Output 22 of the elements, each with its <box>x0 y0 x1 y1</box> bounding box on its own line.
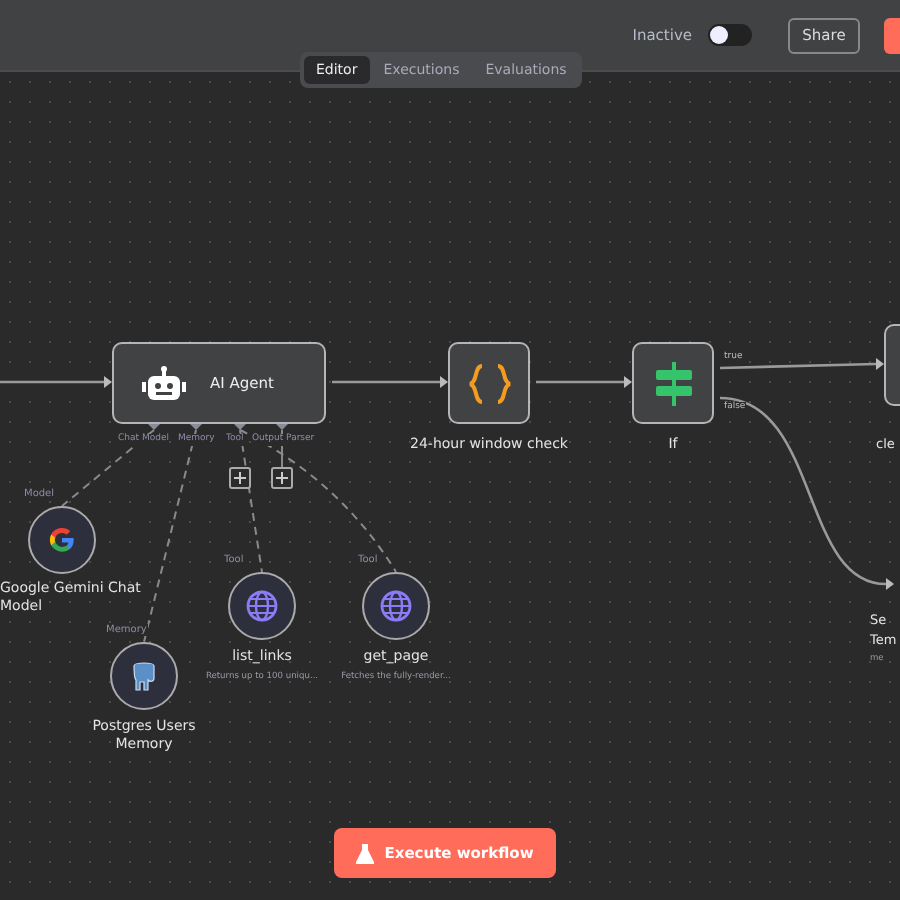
signpost-icon <box>651 361 695 405</box>
model-node[interactable] <box>28 506 96 574</box>
connection-line <box>0 376 112 388</box>
tool-node[interactable] <box>228 572 296 640</box>
add-button[interactable] <box>271 467 293 489</box>
memory-node[interactable] <box>110 642 178 710</box>
code-node[interactable] <box>448 342 530 424</box>
globe-icon <box>380 590 412 622</box>
connection-line <box>536 376 632 388</box>
active-toggle[interactable] <box>708 24 752 46</box>
connection-line <box>332 376 448 388</box>
globe-icon <box>246 590 278 622</box>
robot-icon <box>142 365 186 401</box>
tool-node[interactable] <box>362 572 430 640</box>
plus-icon <box>234 472 246 484</box>
add-button[interactable] <box>229 467 251 489</box>
elephant-icon <box>128 660 160 692</box>
google-g-icon <box>48 526 76 554</box>
braces-icon <box>467 363 511 403</box>
if-node[interactable] <box>632 342 714 424</box>
plus-icon <box>276 472 288 484</box>
flask-icon <box>356 843 375 863</box>
